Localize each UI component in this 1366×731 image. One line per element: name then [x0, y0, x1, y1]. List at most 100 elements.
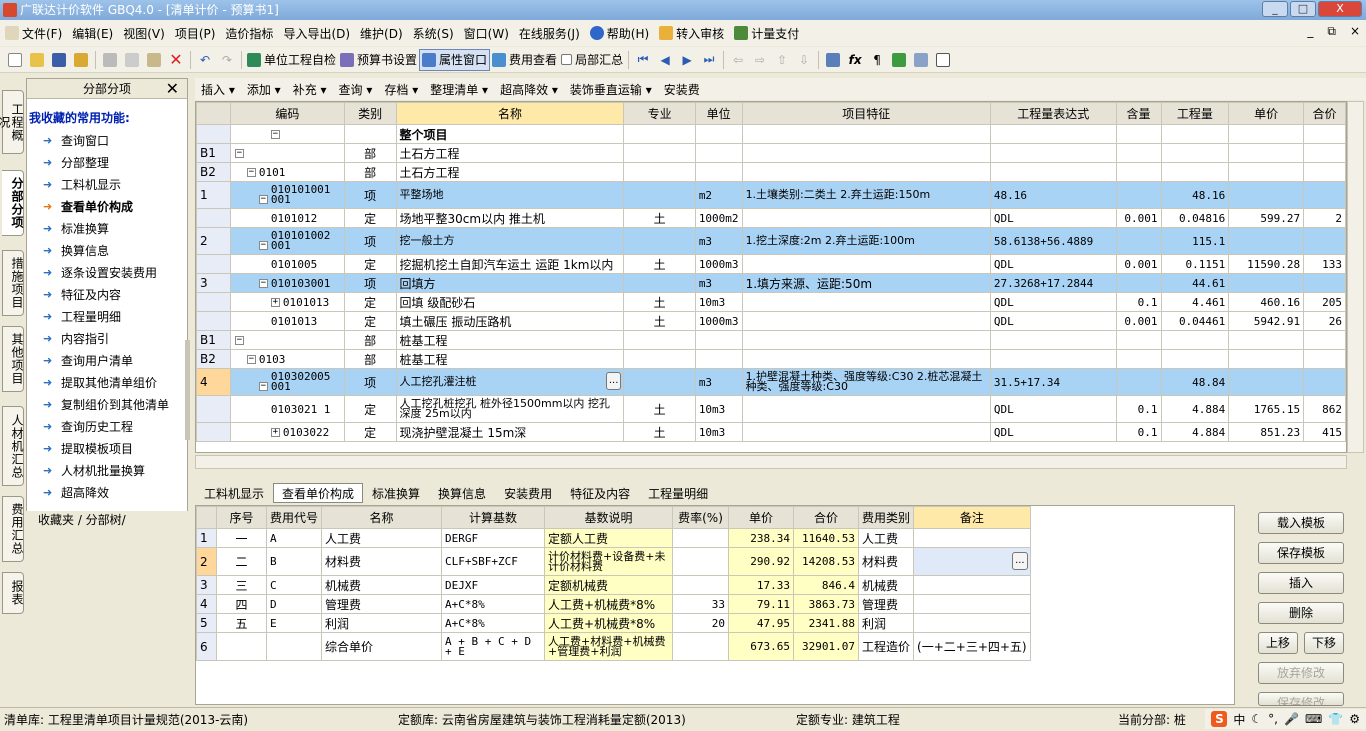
grid-vertical-scrollbar[interactable] [1347, 101, 1364, 453]
grid-row[interactable]: 3−010103001 项回填方 m3 1.填方来源、运距:50m 27.3268+17… [196, 273, 1346, 293]
grid-cell-content[interactable] [1115, 162, 1162, 182]
unit-price-cell-note[interactable] [913, 613, 1031, 633]
favorite-item[interactable]: ➜ 工程量明细 [27, 306, 187, 328]
grid-row[interactable]: 1 −010101001 001 项平整场地 m2 1.土壤类别:二类土 2.弃土运距:… [196, 181, 1346, 209]
grid-cell-feat[interactable] [741, 395, 991, 423]
grid-cell-feat[interactable] [741, 143, 991, 163]
grid-cell-price[interactable] [1228, 368, 1305, 396]
unit-price-cell-base[interactable]: DEJXF [441, 575, 546, 595]
grid-cell-name[interactable]: 平整场地 [395, 181, 625, 209]
grid-cell-expr[interactable]: QDL [989, 254, 1117, 274]
grid-cell-content[interactable] [1115, 349, 1162, 369]
grid-cell-unit[interactable] [694, 349, 743, 369]
unit-price-cell-cat[interactable]: 机械费 [858, 575, 915, 595]
open-button[interactable] [26, 49, 48, 71]
unit-price-cell-note[interactable]: (一+二+三+四+五) [913, 632, 1031, 661]
grid-cell-code[interactable]: − [229, 330, 345, 350]
calculator-button[interactable] [822, 49, 844, 71]
unit-price-cell-total[interactable]: 846.4 [793, 575, 860, 595]
grid-cell-total[interactable] [1303, 330, 1346, 350]
grid-header[interactable]: 类别 [343, 102, 397, 125]
grid-cell-total[interactable] [1303, 143, 1346, 163]
unit-price-cell-desc[interactable]: 人工费+机械费*8% [544, 594, 674, 614]
grid-cell-name[interactable]: 回填 级配砂石 [395, 292, 625, 312]
bottom-tab[interactable]: 换算信息 [429, 483, 495, 503]
grid-cell-major[interactable]: 土 [623, 395, 696, 423]
grid-cell-price[interactable] [1228, 181, 1305, 209]
move-up-row-button[interactable]: 上移 [1258, 632, 1298, 654]
skin-icon[interactable]: 👕 [1328, 712, 1343, 726]
grid-cell-type[interactable]: 部 [343, 143, 397, 163]
grid-row[interactable]: B1− 部桩基工程 [196, 330, 1346, 350]
items-toolbar-button[interactable]: 整理清单 ▾ [424, 81, 494, 98]
grid-cell-expr[interactable]: 27.3268+17.2844 [989, 273, 1117, 293]
menu-cost-index[interactable]: 造价指标 [220, 25, 278, 42]
grid-cell-idx[interactable]: B2 [196, 349, 231, 369]
menu-audit[interactable]: 转入审核 [654, 25, 729, 42]
grid-cell-content[interactable]: 0.1 [1115, 422, 1162, 442]
items-toolbar-button[interactable]: 补充 ▾ [287, 81, 333, 98]
grid-cell-type[interactable]: 定 [343, 395, 397, 423]
bottom-tab[interactable]: 标准换算 [363, 483, 429, 503]
grid-cell-major[interactable] [623, 273, 696, 293]
grid-cell-total[interactable]: 415 [1303, 422, 1346, 442]
green-tool-button[interactable] [888, 49, 910, 71]
tab-fee-summary[interactable]: 费用汇总 [2, 496, 24, 562]
unit-price-cell-code[interactable] [265, 632, 323, 661]
tab-report[interactable]: 报表 [2, 572, 24, 614]
grid-cell-major[interactable]: 土 [623, 208, 696, 228]
unit-price-cell-cat[interactable]: 工程造价 [858, 632, 915, 661]
menu-import-export[interactable]: 导入导出(D) [278, 25, 355, 42]
grid-cell-idx[interactable]: B1 [196, 143, 231, 163]
grid-cell-major[interactable] [623, 162, 696, 182]
unit-price-cell-rate[interactable] [672, 547, 730, 576]
favorite-item[interactable]: ➜ 超高降效 [27, 482, 187, 504]
unit-price-cell-total[interactable]: 2341.88 [793, 613, 860, 633]
unit-price-cell-price[interactable]: 79.11 [728, 594, 795, 614]
unit-price-header[interactable]: 合价 [793, 506, 860, 529]
grid-cell-code[interactable]: +0103022 [229, 422, 345, 442]
grid-cell-unit[interactable] [694, 330, 743, 350]
grid-cell-unit[interactable]: 10m3 [694, 292, 743, 312]
grid-cell-feat[interactable] [741, 422, 991, 442]
grid-cell-code[interactable]: −010101001 001 [229, 181, 345, 209]
grid-cell-content[interactable]: 0.1 [1115, 395, 1162, 423]
unit-price-cell-seq[interactable]: 二 [216, 547, 267, 576]
unit-price-cell-note[interactable] [913, 594, 1031, 614]
unit-price-cell-n[interactable]: 4 [196, 594, 217, 614]
unit-price-cell-desc[interactable]: 人工费+机械费*8% [544, 613, 674, 633]
grid-cell-name[interactable]: 人工挖孔桩挖孔 桩外径1500mm以内 挖孔深度 25m以内 [395, 395, 625, 423]
grid-cell-total[interactable] [1303, 181, 1346, 209]
unit-price-cell-price[interactable]: 290.92 [728, 547, 795, 576]
grid-cell-total[interactable] [1303, 227, 1346, 255]
grid-cell-content[interactable]: 0.001 [1115, 311, 1162, 331]
grid-cell-code[interactable]: − [229, 143, 345, 163]
unit-price-cell-rate[interactable] [672, 575, 730, 595]
grid-row[interactable]: B1− 部土石方工程 [196, 143, 1346, 163]
mdi-minimize-button[interactable]: _ [1307, 24, 1313, 39]
grid-cell-price[interactable] [1228, 349, 1305, 369]
move-up-button[interactable]: ⇧ [771, 49, 793, 71]
menu-payment[interactable]: 计量支付 [729, 25, 804, 42]
grid-cell-price[interactable] [1228, 124, 1305, 144]
grid-row[interactable]: 0103021 1 定人工挖孔桩挖孔 桩外径1500mm以内 挖孔深度 25m以内… [196, 395, 1346, 423]
redo-button[interactable]: ↷ [216, 49, 238, 71]
close-button[interactable]: X [1318, 1, 1362, 17]
grid-row[interactable]: +0103022 定现浇护壁混凝土 15m深土 10m3 QDL 0.1 4.884 851… [196, 422, 1346, 442]
grid-header[interactable]: 专业 [623, 102, 696, 125]
ellipsis-button[interactable]: ... [1012, 552, 1028, 570]
grid-cell-expr[interactable]: QDL [989, 292, 1117, 312]
grid-cell-type[interactable]: 定 [343, 422, 397, 442]
grid-cell-expr[interactable]: QDL [989, 422, 1117, 442]
unit-price-cell-n[interactable]: 5 [196, 613, 217, 633]
grid-row[interactable]: B2−0103 部桩基工程 [196, 349, 1346, 369]
grid-cell-unit[interactable]: 1000m3 [694, 254, 743, 274]
grid-cell-code[interactable]: −0103 [229, 349, 345, 369]
unit-price-cell-total[interactable]: 14208.53 [793, 547, 860, 576]
unit-price-cell-seq[interactable]: 三 [216, 575, 267, 595]
grid-cell-total[interactable]: 2 [1303, 208, 1346, 228]
grid-cell-total[interactable] [1303, 162, 1346, 182]
grid-cell-price[interactable] [1228, 330, 1305, 350]
unit-price-cell-name[interactable]: 管理费 [321, 594, 443, 614]
grid-cell-qty[interactable] [1160, 162, 1230, 182]
